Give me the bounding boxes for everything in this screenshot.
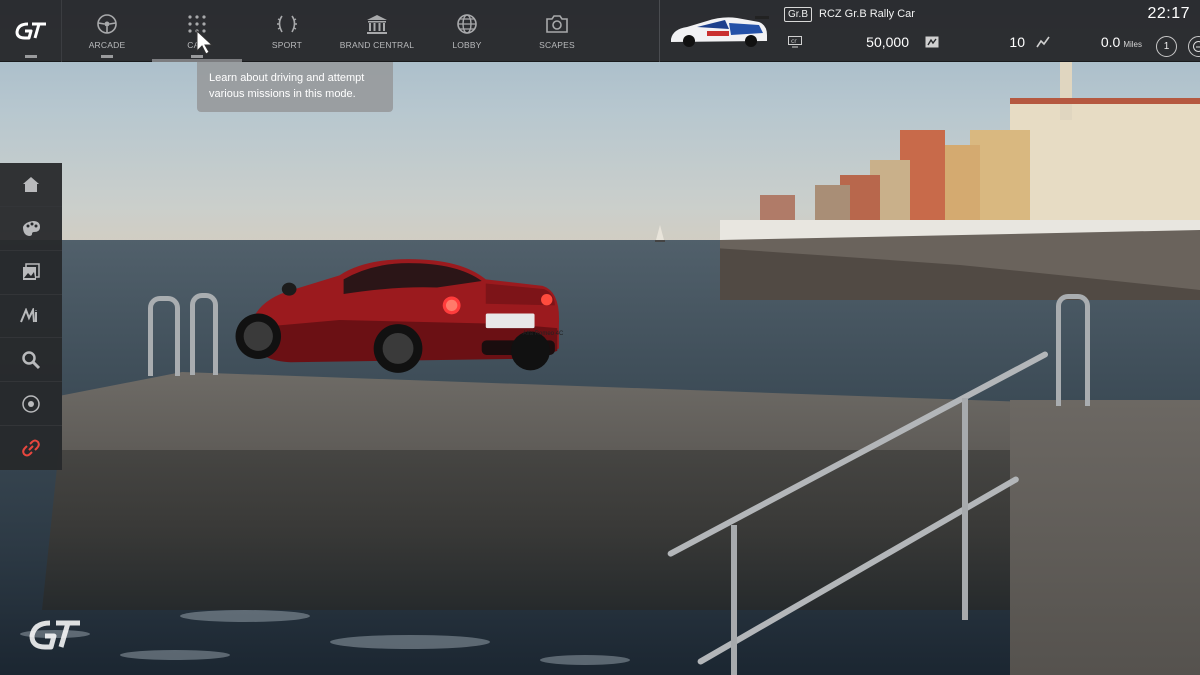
tooltip-line-1: Learn about driving and attempt bbox=[209, 72, 365, 84]
sailboat bbox=[655, 225, 665, 242]
mode-description-tooltip: Learn about driving and attempt various … bbox=[197, 62, 393, 112]
tooltip-line-2: various missions in this mode. bbox=[209, 88, 356, 100]
water-ripple bbox=[540, 655, 630, 665]
water-ripple bbox=[120, 650, 230, 660]
camera-icon bbox=[546, 15, 568, 33]
car-info: Gr.B RCZ Gr.B Rally Car 22:17 cr 50,000 … bbox=[778, 0, 1200, 61]
main-nav: ARCADE CAM bbox=[62, 0, 602, 62]
nav-brand-central[interactable]: BRAND CENTRAL bbox=[332, 0, 422, 62]
quick-menu-sidebar bbox=[0, 163, 62, 470]
coastal-town bbox=[720, 60, 1200, 300]
level-value: 10 bbox=[1009, 34, 1025, 50]
nav-brand-central-label: BRAND CENTRAL bbox=[339, 40, 415, 50]
pier-railing bbox=[148, 296, 180, 376]
nav-lobby[interactable]: LOBBY bbox=[422, 0, 512, 62]
notification-badge[interactable]: 1 bbox=[1156, 36, 1177, 57]
nav-sport-label: SPORT bbox=[271, 40, 303, 50]
mileage-unit: Miles bbox=[1123, 40, 1142, 49]
gt-watermark-logo-icon bbox=[29, 620, 80, 650]
link-icon bbox=[22, 439, 40, 457]
credits-value: 50,000 bbox=[866, 34, 909, 50]
top-navigation-bar: ARCADE CAM bbox=[0, 0, 1200, 62]
water-ripple bbox=[180, 610, 310, 622]
water-ripple bbox=[330, 635, 490, 649]
gt-auto-icon bbox=[20, 308, 37, 323]
player-stats: cr 50,000 10 0.0 Miles bbox=[778, 34, 1200, 56]
alfa-romeo-4c-car bbox=[235, 259, 560, 373]
nav-arcade-label: ARCADE bbox=[88, 40, 126, 50]
car-grade-badge: Gr.B bbox=[784, 7, 813, 22]
pier-railing bbox=[1056, 294, 1090, 406]
pointer-cursor-icon bbox=[196, 30, 214, 55]
gt-logo-button[interactable] bbox=[0, 0, 62, 62]
sidebar-item-gt-auto[interactable] bbox=[0, 295, 62, 339]
car-name: RCZ Gr.B Rally Car bbox=[819, 8, 915, 20]
stair-post bbox=[731, 525, 737, 675]
nav-sport[interactable]: SPORT bbox=[242, 0, 332, 62]
palette-icon bbox=[23, 221, 40, 237]
svg-text:cr: cr bbox=[791, 38, 797, 45]
car-status-panel: Gr.B RCZ Gr.B Rally Car 22:17 cr 50,000 … bbox=[660, 0, 1200, 61]
gt-logo-icon bbox=[15, 22, 46, 40]
home-icon bbox=[23, 177, 39, 193]
laurel-wreath-icon bbox=[277, 15, 297, 33]
gallery-icon bbox=[23, 263, 40, 281]
sidebar-item-search[interactable] bbox=[0, 338, 62, 383]
current-car-thumbnail[interactable] bbox=[660, 0, 778, 62]
mileage-graph-icon bbox=[1036, 36, 1050, 48]
nav-scapes-label: SCAPES bbox=[539, 40, 575, 50]
nav-lobby-label: LOBBY bbox=[452, 40, 482, 50]
face-icon bbox=[1193, 41, 1200, 52]
search-icon bbox=[22, 351, 41, 369]
target-icon bbox=[22, 394, 40, 413]
dock-steps bbox=[1010, 400, 1200, 675]
mileage-value: 0.0 Miles bbox=[1101, 34, 1142, 50]
sidebar-item-livery[interactable] bbox=[0, 207, 62, 251]
mileage-number: 0.0 bbox=[1100, 34, 1121, 50]
sidebar-item-target[interactable] bbox=[0, 382, 62, 427]
rally-car-icon bbox=[671, 16, 769, 47]
sidebar-item-home[interactable] bbox=[0, 163, 62, 207]
car-plate: Alfa Romeo 4C bbox=[522, 331, 564, 337]
nav-indicator bbox=[101, 55, 113, 58]
steering-wheel-icon bbox=[97, 14, 117, 34]
sidebar-item-gallery[interactable] bbox=[0, 251, 62, 295]
nav-arcade[interactable]: ARCADE bbox=[62, 0, 152, 62]
globe-icon bbox=[457, 14, 477, 34]
background-scene: Alfa Romeo 4C bbox=[0, 0, 1200, 675]
clock: 22:17 bbox=[1147, 5, 1190, 22]
nav-scapes[interactable]: SCAPES bbox=[512, 0, 602, 62]
museum-building-icon bbox=[367, 15, 387, 34]
stair-post bbox=[962, 398, 968, 620]
level-icon bbox=[925, 36, 939, 48]
menu-indicator bbox=[25, 55, 37, 58]
credits-icon: cr bbox=[788, 36, 802, 48]
sidebar-item-link[interactable] bbox=[0, 426, 62, 470]
